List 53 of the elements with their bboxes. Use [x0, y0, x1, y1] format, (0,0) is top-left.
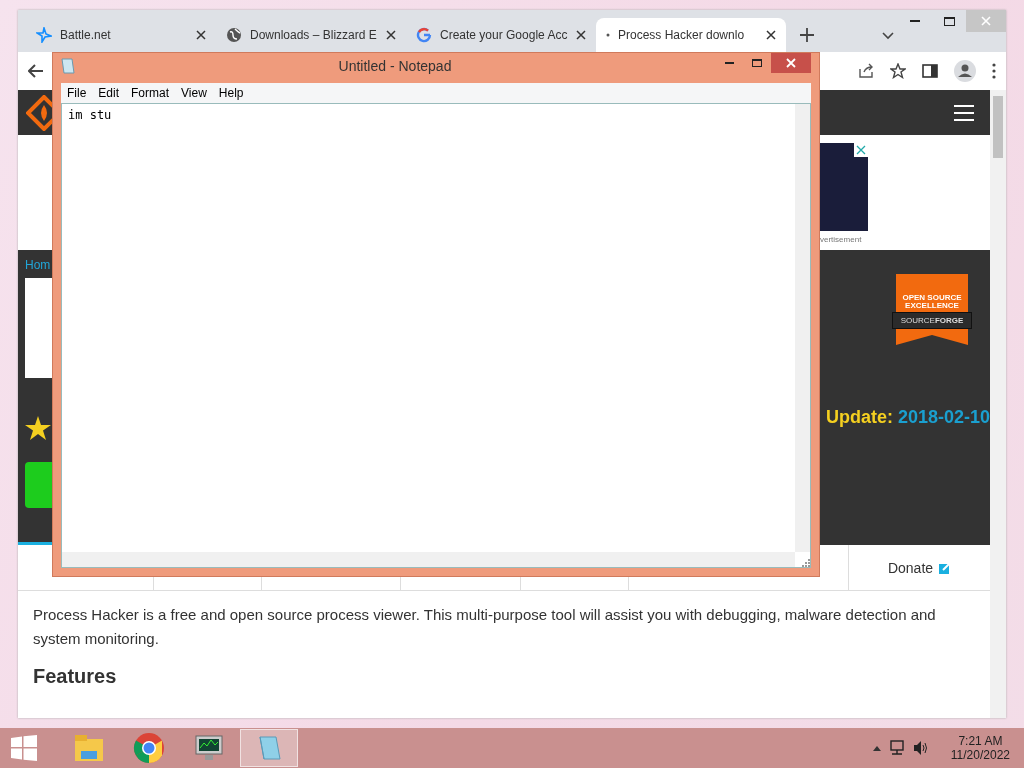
back-arrow-icon[interactable]: [28, 64, 44, 78]
chrome-icon: [133, 732, 165, 764]
edit-icon: [939, 561, 952, 574]
last-update-text: Update: 2018-02-10: [825, 407, 990, 428]
menu-item[interactable]: Help: [212, 86, 250, 100]
maximize-icon[interactable]: [752, 59, 762, 67]
window-title: Untitled - Notepad: [337, 58, 453, 74]
side-panel-icon[interactable]: [922, 64, 938, 78]
close-icon[interactable]: [576, 30, 586, 40]
monitor-icon: [193, 734, 225, 762]
loading-dot-icon: [606, 33, 610, 37]
ad-banner[interactable]: [820, 143, 868, 231]
browser-tab[interactable]: Process Hacker downlo: [596, 18, 786, 52]
plus-icon[interactable]: [800, 28, 814, 42]
windows-logo-icon[interactable]: [11, 735, 37, 761]
horizontal-scrollbar[interactable]: [62, 552, 795, 567]
menu-item[interactable]: View: [175, 86, 213, 100]
clock[interactable]: 7:21 AM 11/20/2022: [950, 734, 1010, 762]
ad-label: vertisement: [820, 235, 862, 244]
close-icon[interactable]: [766, 30, 776, 40]
globe-icon: [226, 27, 242, 43]
browser-tab[interactable]: Downloads – Blizzard E: [216, 18, 406, 52]
menu-item[interactable]: File: [61, 86, 93, 100]
scrollbar[interactable]: [990, 90, 1006, 718]
minimize-icon[interactable]: [724, 62, 734, 64]
features-heading: Features: [33, 665, 118, 688]
profile-icon[interactable]: [954, 60, 976, 82]
resize-grip-icon[interactable]: [802, 559, 810, 567]
caret-up-icon[interactable]: [872, 745, 881, 751]
maximize-icon[interactable]: [943, 16, 955, 26]
more-vertical-icon[interactable]: [992, 63, 996, 79]
folder-icon: [73, 733, 105, 763]
menu-item[interactable]: Edit: [92, 86, 126, 100]
browser-tab[interactable]: Battle.net: [26, 18, 216, 52]
vertical-scrollbar[interactable]: [795, 104, 810, 552]
notepad-icon: [61, 58, 75, 74]
menu-item[interactable]: Format: [125, 86, 176, 100]
award-badge: OPEN SOURCE EXCELLENCE SOURCEFORGE: [884, 274, 980, 345]
star-icon: [25, 416, 51, 440]
description-text: Process Hacker is a free and open source process viewer. This multi-purpose tool will assist you with debugging, malware detection and system monitoring.: [33, 605, 937, 649]
share-icon[interactable]: [858, 63, 874, 79]
close-icon[interactable]: [196, 30, 206, 40]
chevron-down-icon[interactable]: [882, 32, 894, 40]
network-icon[interactable]: [888, 740, 905, 756]
diamond-logo-icon[interactable]: [26, 94, 52, 131]
breadcrumb-link[interactable]: Hom: [25, 258, 52, 272]
speaker-icon[interactable]: [912, 740, 929, 756]
menu-icon[interactable]: [954, 104, 974, 121]
browser-tab[interactable]: Create your Google Acc: [406, 18, 596, 52]
star-outline-icon[interactable]: [890, 63, 906, 79]
close-icon[interactable]: [386, 30, 396, 40]
star-swirl-icon: [36, 27, 52, 43]
g-logo-icon: [416, 27, 432, 43]
